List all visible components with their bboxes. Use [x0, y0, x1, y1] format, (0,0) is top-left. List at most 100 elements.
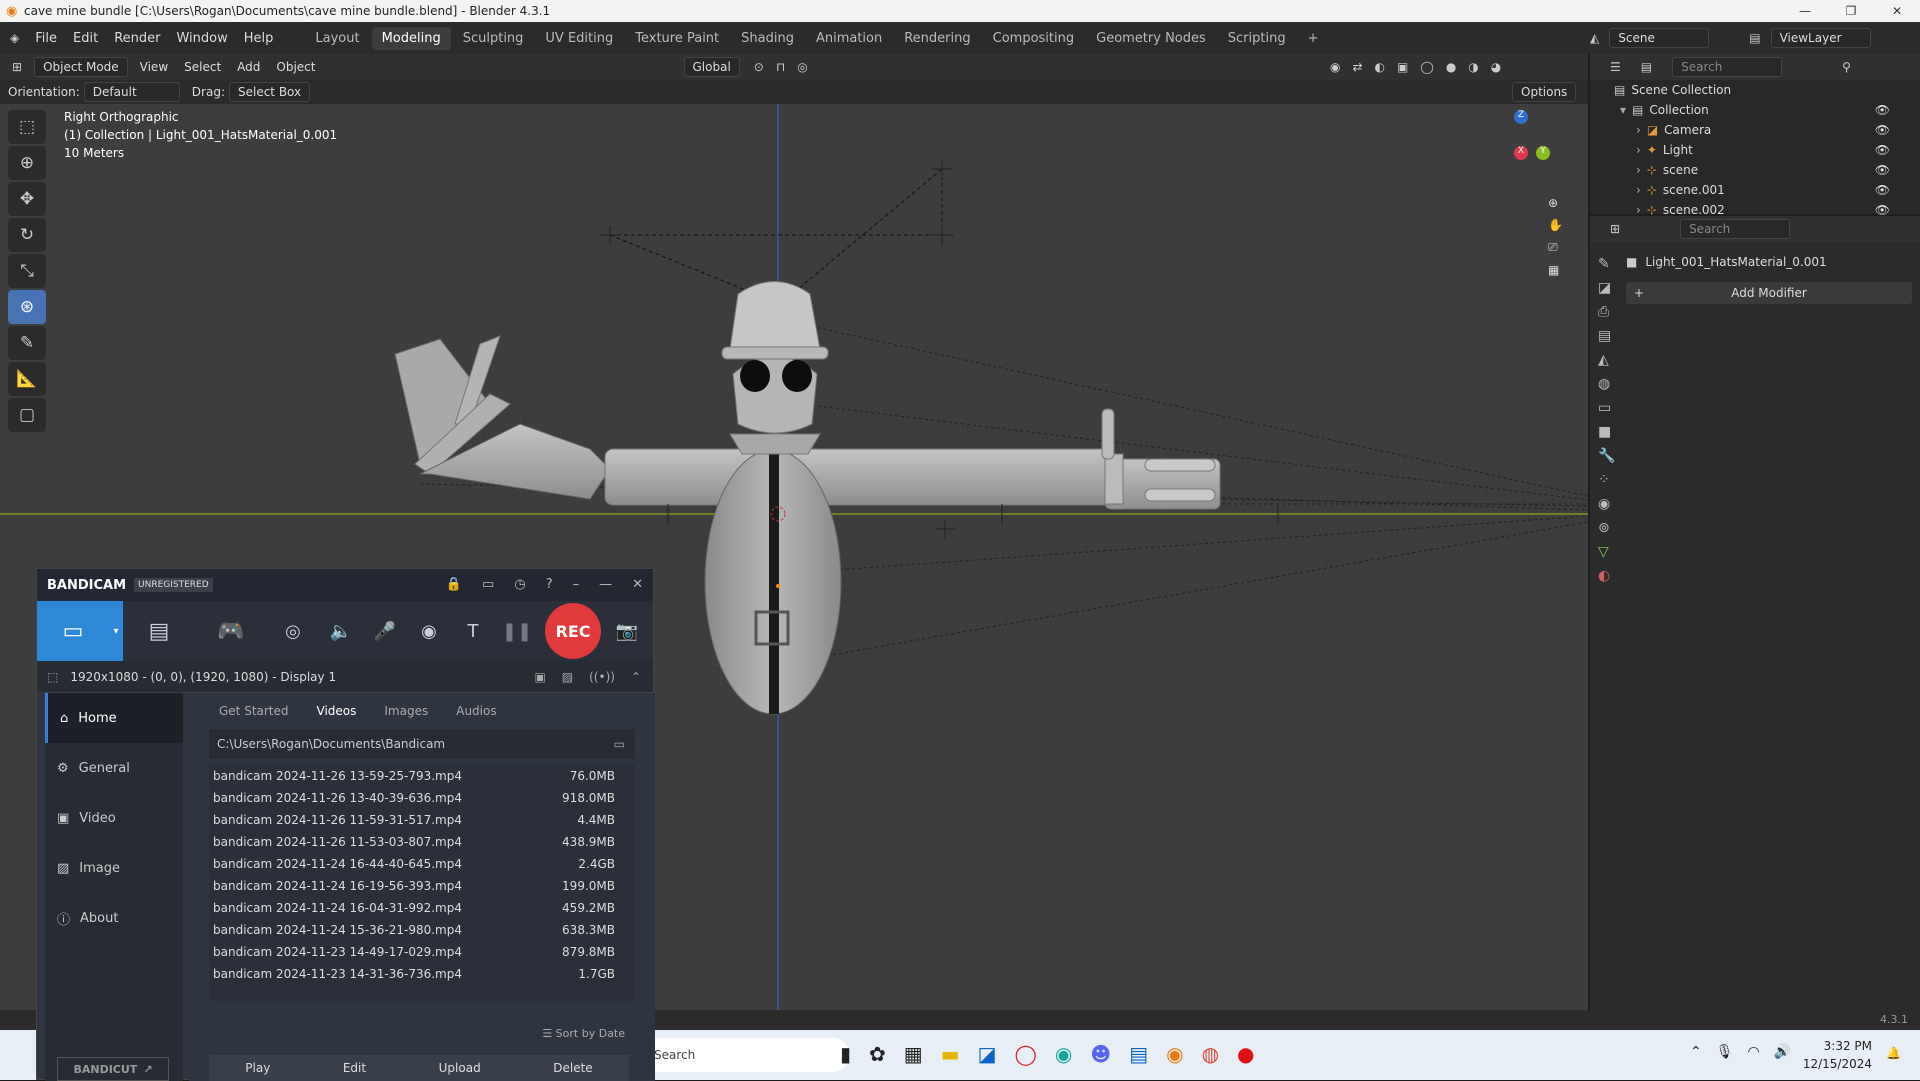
game-mode-icon[interactable]: 🎮: [195, 601, 267, 661]
gizmo-y-axis[interactable]: Y: [1536, 146, 1550, 160]
expand-chevron-icon[interactable]: ▾: [1620, 103, 1626, 117]
zoom-icon[interactable]: ⊕: [1548, 196, 1563, 210]
tab-audios[interactable]: Audios: [446, 704, 506, 718]
chrome-icon[interactable]: ◍: [1202, 1042, 1219, 1066]
display-mode-icon[interactable]: ▤: [1641, 60, 1652, 74]
delete-button[interactable]: Delete: [553, 1061, 592, 1075]
close-button[interactable]: ✕: [1874, 0, 1920, 22]
menu-edit[interactable]: Edit: [65, 31, 106, 46]
screenshot-camera-icon[interactable]: 📷: [607, 601, 647, 661]
drag-selector[interactable]: Select Box: [228, 82, 311, 102]
add-cube-tool-icon[interactable]: ▢: [8, 398, 46, 432]
snap-icon[interactable]: ⊓: [776, 60, 785, 74]
pause-icon[interactable]: ❚❚: [495, 601, 539, 661]
gizmo-x-axis[interactable]: X: [1514, 146, 1528, 160]
gizmo-toggle-icon[interactable]: ⇄: [1352, 60, 1362, 74]
expand-chevron-icon[interactable]: ›: [1636, 123, 1641, 137]
list-item[interactable]: bandicam 2024-11-24 16-44-40-645.mp4 2.4G…: [209, 853, 635, 875]
grid-toggle-icon[interactable]: ▦: [1548, 263, 1563, 277]
move-tool-icon[interactable]: ✥: [8, 182, 46, 216]
material-tab-icon[interactable]: ◐: [1598, 568, 1615, 584]
render-tab-icon[interactable]: ◪: [1598, 280, 1615, 296]
properties-search-input[interactable]: Search: [1680, 219, 1791, 239]
volume-icon[interactable]: 🔊: [1774, 1044, 1791, 1060]
menu-file[interactable]: File: [27, 31, 65, 46]
annotate-tool-icon[interactable]: ✎: [8, 326, 46, 360]
visibility-icon[interactable]: ◉: [1330, 60, 1340, 74]
xray-icon[interactable]: ▣: [1397, 60, 1408, 74]
speaker-icon[interactable]: 🔈: [319, 601, 363, 661]
particles-tab-icon[interactable]: ⁘: [1598, 472, 1615, 488]
list-item[interactable]: bandicam 2024-11-24 16-19-56-393.mp4 199.…: [209, 875, 635, 897]
copilot-icon[interactable]: ✿: [869, 1042, 886, 1066]
tab-layout[interactable]: Layout: [305, 27, 369, 50]
notification-bell-icon[interactable]: 🔔: [1886, 1046, 1901, 1060]
notepad-icon[interactable]: ▤: [1129, 1042, 1148, 1066]
tab-images[interactable]: Images: [374, 704, 438, 718]
opera-icon[interactable]: ◯: [1015, 1042, 1037, 1066]
tab-geometry-nodes[interactable]: Geometry Nodes: [1086, 27, 1216, 50]
list-item[interactable]: bandicam 2024-11-24 15-36-21-980.mp4 638.…: [209, 919, 635, 941]
collapse-up-icon[interactable]: ⌃: [631, 670, 641, 684]
screen-mode-icon[interactable]: ▭: [37, 601, 109, 661]
menu-render[interactable]: Render: [106, 31, 168, 46]
gizmo-z-axis[interactable]: Z: [1514, 110, 1528, 124]
pivot-icon[interactable]: ⊙: [754, 60, 764, 74]
tool-tab-icon[interactable]: ✎: [1598, 256, 1615, 272]
rendered-shading-icon[interactable]: ◕: [1491, 60, 1501, 74]
overlay-toggle-icon[interactable]: ◐: [1375, 60, 1385, 74]
expand-chevron-icon[interactable]: ›: [1636, 203, 1641, 217]
tab-compositing[interactable]: Compositing: [983, 27, 1085, 50]
constraints-tab-icon[interactable]: ⊚: [1598, 520, 1615, 536]
properties-editor-icon[interactable]: ⊞: [1610, 222, 1620, 236]
menu-window[interactable]: Window: [168, 31, 235, 46]
scene-collection-row[interactable]: ▤ Scene Collection: [1590, 80, 1920, 100]
scene-selector[interactable]: Scene: [1609, 28, 1710, 48]
filter-icon[interactable]: ⚲: [1842, 60, 1851, 74]
expand-chevron-icon[interactable]: ›: [1636, 143, 1641, 157]
bandicut-button[interactable]: BANDICUT ↗: [57, 1057, 169, 1081]
data-tab-icon[interactable]: ▽: [1598, 544, 1615, 560]
menu-add[interactable]: Add: [229, 60, 268, 74]
nav-general[interactable]: ⚙ General: [45, 743, 183, 793]
tray-chevron-icon[interactable]: ⌃: [1690, 1044, 1702, 1060]
microphone-toggle-icon[interactable]: 🎤: [363, 601, 407, 661]
bandicam-minimize-icon[interactable]: —: [599, 577, 612, 592]
outlook-icon[interactable]: ◪: [978, 1042, 997, 1066]
list-item[interactable]: bandicam 2024-11-24 16-04-31-992.mp4 459.…: [209, 897, 635, 919]
blender-taskbar-icon[interactable]: ◉: [1166, 1042, 1183, 1066]
pan-hand-icon[interactable]: ✋: [1548, 218, 1563, 232]
tab-texture-paint[interactable]: Texture Paint: [625, 27, 729, 50]
menu-select[interactable]: Select: [176, 60, 229, 74]
collection-tab-icon[interactable]: ▭: [1598, 400, 1615, 416]
visibility-eye-icon[interactable]: 👁: [1875, 163, 1890, 177]
modifier-tab-icon[interactable]: 🔧: [1598, 448, 1615, 464]
tab-get-started[interactable]: Get Started: [209, 704, 299, 718]
list-item[interactable]: bandicam 2024-11-23 14-31-36-736.mp4 1.7G…: [209, 963, 635, 985]
list-item[interactable]: bandicam 2024-11-26 13-59-25-793.mp4 76.0…: [209, 765, 635, 787]
bandicam-close-icon[interactable]: ✕: [632, 577, 643, 592]
lock-icon[interactable]: 🔒: [446, 577, 462, 592]
add-modifier-button[interactable]: + Add Modifier: [1626, 282, 1912, 304]
microphone-icon[interactable]: 🎙: [1716, 1044, 1734, 1060]
tab-rendering[interactable]: Rendering: [894, 27, 980, 50]
outliner-search-input[interactable]: Search: [1672, 57, 1783, 77]
object-tab-icon[interactable]: ■: [1598, 424, 1615, 440]
nav-image[interactable]: ▨ Image: [45, 843, 183, 893]
orientation-selector[interactable]: Default: [83, 82, 180, 102]
store-icon[interactable]: ▦: [904, 1042, 923, 1066]
outliner-item-scene[interactable]: › ⊹ scene 👁: [1590, 160, 1920, 180]
edge-icon[interactable]: ◉: [1055, 1042, 1072, 1066]
mode-dropdown-icon[interactable]: ▾: [109, 601, 123, 661]
tab-scripting[interactable]: Scripting: [1218, 27, 1296, 50]
options-button[interactable]: Options: [1512, 82, 1577, 102]
task-view-icon[interactable]: ▮: [840, 1042, 851, 1066]
webcam-icon[interactable]: ◎: [267, 601, 319, 661]
video-file-list[interactable]: bandicam 2024-11-26 13-59-25-793.mp4 76.0…: [209, 765, 635, 1001]
view-layer-tab-icon[interactable]: ▤: [1598, 328, 1615, 344]
taskbar-clock[interactable]: 3:32 PM 12/15/2024: [1800, 1037, 1872, 1073]
outliner-item-camera[interactable]: › ◪ Camera 👁: [1590, 120, 1920, 140]
expand-chevron-icon[interactable]: ›: [1636, 163, 1641, 177]
rec-button[interactable]: REC: [545, 603, 601, 659]
help-icon[interactable]: ?: [546, 577, 553, 592]
